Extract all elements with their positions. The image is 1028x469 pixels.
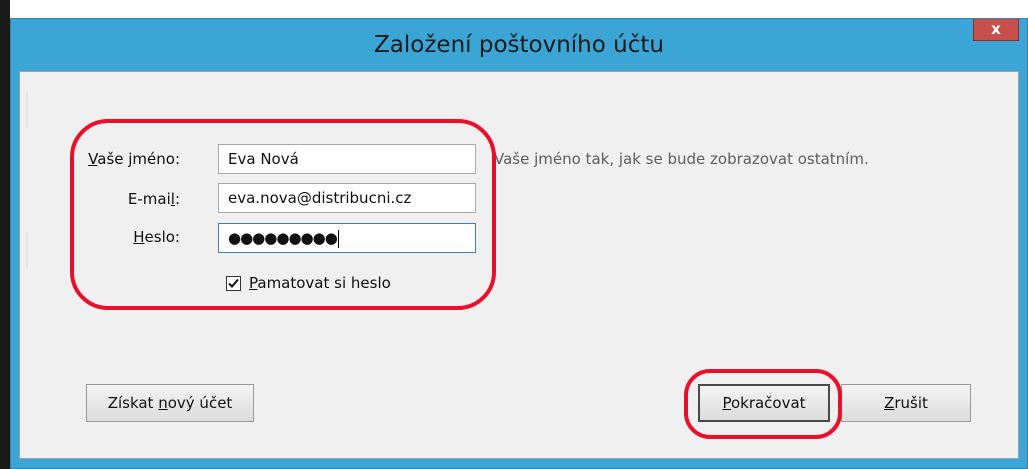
password-label: Heslo: bbox=[20, 228, 180, 246]
new-account-label-accesskey: n bbox=[158, 394, 168, 412]
continue-label-text: okračovat bbox=[730, 394, 806, 412]
continue-button[interactable]: Pokračovat bbox=[698, 384, 830, 422]
email-field-value: eva.nova@distribucni.cz bbox=[228, 189, 412, 207]
continue-label-accesskey: P bbox=[722, 394, 731, 412]
name-label-accesskey: V bbox=[88, 150, 98, 168]
close-icon: x bbox=[991, 20, 1001, 38]
name-field[interactable]: Eva Nová bbox=[218, 144, 476, 174]
cancel-label-text: rušit bbox=[894, 394, 928, 412]
new-account-label-end: ový účet bbox=[167, 394, 233, 412]
remember-password-row[interactable]: Pamatovat si heslo bbox=[226, 272, 391, 294]
email-label-text: E-mai bbox=[127, 190, 171, 208]
email-field[interactable]: eva.nova@distribucni.cz bbox=[218, 183, 476, 213]
cancel-button[interactable]: Zrušit bbox=[841, 384, 971, 422]
text-caret bbox=[337, 229, 339, 248]
email-label: E-mail: bbox=[20, 190, 180, 208]
name-label: Vaše jméno: bbox=[20, 150, 180, 168]
dialog-content: Vaše jméno: Eva Nová Vaše jméno tak, jak… bbox=[19, 71, 1019, 459]
remember-password-checkbox[interactable] bbox=[226, 275, 241, 291]
title-bar[interactable]: Založení poštovního účtu x bbox=[11, 19, 1027, 71]
email-label-colon: : bbox=[174, 190, 180, 208]
client-edge-mark bbox=[26, 92, 28, 128]
name-field-value: Eva Nová bbox=[228, 150, 299, 168]
background-window-edge bbox=[0, 0, 10, 469]
account-setup-dialog: Založení poštovního účtu x Vaše jméno: E… bbox=[10, 18, 1028, 469]
password-field[interactable]: ●●●●●●●●● bbox=[218, 223, 476, 253]
remember-label-text: amatovat si heslo bbox=[257, 274, 391, 292]
close-button[interactable]: x bbox=[973, 19, 1019, 41]
remember-password-label: Pamatovat si heslo bbox=[249, 274, 391, 292]
checkmark-icon bbox=[228, 278, 239, 288]
password-label-accesskey: H bbox=[133, 228, 145, 246]
get-new-account-button[interactable]: Získat nový účet bbox=[86, 384, 254, 422]
name-hint: Vaše jméno tak, jak se bude zobrazovat o… bbox=[494, 150, 869, 168]
new-account-label-start: Získat bbox=[107, 394, 159, 412]
dialog-title: Založení poštovního účtu bbox=[374, 32, 664, 58]
name-label-text: aše jméno: bbox=[97, 150, 180, 168]
cancel-label-accesskey: Z bbox=[884, 394, 895, 412]
password-field-value: ●●●●●●●●● bbox=[228, 229, 338, 247]
password-label-text: eslo: bbox=[144, 228, 180, 246]
